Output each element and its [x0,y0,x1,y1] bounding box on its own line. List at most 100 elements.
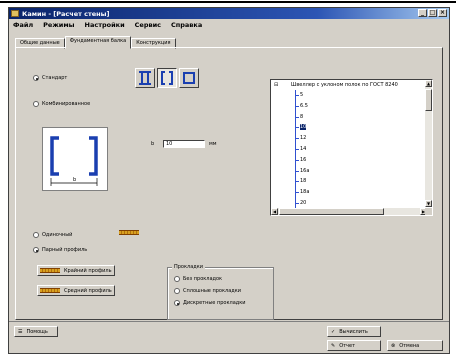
app-icon [11,10,19,17]
tree-vertical-scrollbar[interactable]: ▲ ▼ [425,80,432,207]
tree-item[interactable]: 20 [300,200,306,206]
profile-tree[interactable]: ⊟ Швеллер с уклоном полок по ГОСТ 8240 5… [270,79,433,216]
tree-item[interactable]: 10 [300,124,307,131]
radio-paired-dot[interactable] [33,247,39,253]
tree-item[interactable]: 5 [300,92,303,98]
edge-profile-label: Крайний профиль [64,267,112,274]
box-shape-button[interactable] [179,68,199,88]
radio-standard-dot[interactable] [33,75,39,81]
tree-item[interactable]: 18а [300,189,309,195]
report-button-label: Отчет [339,342,355,349]
single-profile-icon [119,230,139,235]
channel-pair-icon [161,71,173,85]
help-button[interactable]: ☰ Помощь [14,326,58,337]
radio-no-plates[interactable]: Без прокладок [174,276,222,282]
i-beam-icon [139,71,151,85]
edge-profile-icon [40,268,60,273]
dimension-b-label: b [73,177,77,183]
maximize-button[interactable]: □ [428,9,437,17]
scroll-up-button[interactable]: ▲ [425,80,432,87]
radio-discrete-plates-dot[interactable] [174,300,180,306]
plates-group: Прокладки Без прокладок Сплошные проклад… [167,264,274,320]
cancel-button-label: Отмена [399,342,420,349]
tree-header[interactable]: Швеллер с уклоном полок по ГОСТ 8240 [291,82,398,88]
minimize-button[interactable]: _ [418,9,427,17]
radio-solid-plates-dot[interactable] [174,288,180,294]
cancel-button[interactable]: ⊗ Отмена [387,340,443,351]
calculate-icon: ✓ [331,328,336,335]
scroll-corner [425,208,432,215]
tree-branch-tick [295,95,299,96]
menu-settings[interactable]: Настройки [85,21,125,29]
tree-item[interactable]: 12 [300,135,306,141]
app-window: Камин - [Расчет стены] _ □ × Файл Режимы… [8,7,450,354]
tree-item[interactable]: 16 [300,157,306,163]
menu-help[interactable]: Справка [171,21,202,29]
tree-item[interactable]: 16а [300,168,309,174]
radio-single[interactable]: Одиночный [33,232,72,238]
help-button-label: Помощь [26,328,48,335]
middle-profile-button[interactable]: Средний профиль [37,285,115,296]
tree-branch-tick [295,159,299,161]
menu-service[interactable]: Сервис [135,21,161,29]
window-title: Камин - [Расчет стены] [22,10,110,18]
radio-composite-dot[interactable] [33,101,39,107]
section-preview: b [42,127,108,191]
hscroll-thumb[interactable] [279,208,384,215]
scroll-down-button[interactable]: ▼ [425,200,432,207]
radio-solid-plates[interactable]: Сплошные прокладки [174,288,241,294]
radio-no-plates-dot[interactable] [174,276,180,282]
radio-composite-label: Комбинированное [42,101,91,107]
tree-item[interactable]: 6.5 [300,103,308,109]
tree-item[interactable]: 8 [300,114,303,120]
help-icon: ☰ [18,328,23,335]
radio-solid-plates-label: Сплошные прокладки [183,288,241,294]
menu-file[interactable]: Файл [13,21,33,29]
menu-modes[interactable]: Режимы [43,21,74,29]
tree-guide-line [295,90,296,214]
bottom-bar [9,321,449,354]
close-button[interactable]: × [438,9,447,17]
radio-single-dot[interactable] [33,232,39,238]
title-bar[interactable]: Камин - [Расчет стены] _ □ × [9,8,449,19]
dimension-input[interactable]: 10 [163,140,205,148]
tree-item[interactable]: 18 [300,178,306,184]
tree-branch-tick [295,138,299,140]
box-section-icon [183,72,195,84]
calculate-button-label: Вычислить [339,328,368,335]
menu-bar: Файл Режимы Настройки Сервис Справка [9,19,449,30]
tree-branch-tick [295,192,299,194]
radio-paired[interactable]: Парный профиль [33,247,87,253]
tree-branch-tick [295,149,299,150]
tree-horizontal-scrollbar[interactable]: ◀ ▶ [271,208,427,215]
radio-no-plates-label: Без прокладок [183,276,223,282]
middle-profile-icon [40,288,60,293]
radio-discrete-plates[interactable]: Дискретные прокладки [174,300,245,306]
scroll-thumb[interactable] [425,89,432,111]
tree-branch-tick [295,127,299,129]
radio-paired-label: Парный профиль [42,247,88,253]
tree-branch-tick [295,181,299,183]
radio-standard[interactable]: Стандарт [33,75,67,81]
tab-strip: Общие данные Фундаментная балка Конструк… [15,36,176,49]
tree-branch-tick [295,203,299,204]
tree-branch-tick [295,105,299,107]
edge-profile-button[interactable]: Крайний профиль [37,265,115,276]
tree-collapse-icon[interactable]: ⊟ [274,82,278,88]
plates-legend: Прокладки [172,264,205,270]
dimension-field-label: b [151,141,155,147]
middle-profile-label: Средний профиль [64,287,112,294]
calculate-button[interactable]: ✓ Вычислить [327,326,381,337]
tab-foundation-beam[interactable]: Фундаментная балка [64,36,132,49]
radio-standard-label: Стандарт [42,75,68,81]
dimension-unit: мм [209,141,217,147]
cancel-icon: ⊗ [391,342,396,349]
report-button[interactable]: ✎ Отчет [327,340,381,351]
channel-pair-shape-button[interactable] [157,68,177,88]
tree-item[interactable]: 14 [300,146,306,152]
i-beam-shape-button[interactable] [135,68,155,88]
tree-branch-tick [295,170,299,172]
radio-composite[interactable]: Комбинированное [33,101,90,107]
radio-single-label: Одиночный [42,232,73,238]
scroll-left-button[interactable]: ◀ [271,208,278,215]
